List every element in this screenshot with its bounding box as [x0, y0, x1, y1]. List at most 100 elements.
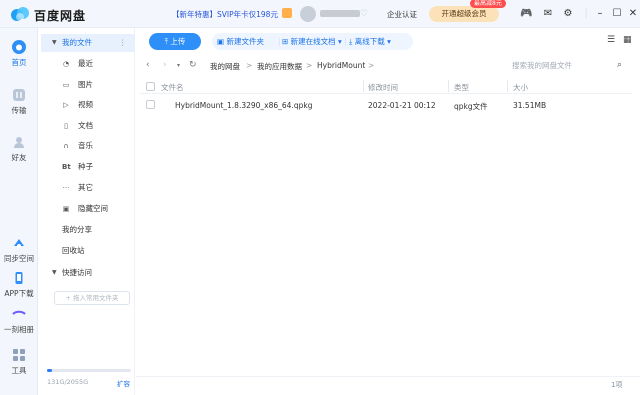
side-item-torrent[interactable]: Bt 种子 [41, 158, 135, 176]
side-item-my-share[interactable]: 我的分享 [41, 221, 135, 239]
clock-icon: ◔ [62, 60, 70, 68]
more-icon[interactable]: ⋮ [119, 34, 127, 52]
side-label: 其它 [78, 183, 93, 192]
forward-arrow-icon[interactable]: › [163, 60, 167, 70]
caret-down-icon: ▼ [52, 269, 57, 276]
side-item-music[interactable]: ∩ 音乐 [41, 137, 135, 155]
avatar[interactable] [300, 6, 316, 22]
side-item-images[interactable]: ▭ 图片 [41, 76, 135, 94]
column-header-name[interactable]: 文件名 [161, 82, 184, 93]
storage-bar [47, 369, 131, 372]
select-all-checkbox[interactable] [146, 82, 155, 91]
gear-icon[interactable]: ⚙ [562, 8, 574, 20]
rail-label: APP下载 [4, 289, 34, 298]
home-cloud-icon [12, 40, 26, 54]
lock-icon: ▣ [62, 205, 70, 213]
side-item-my-files[interactable]: ▼ 我的文件 ⋮ [41, 34, 135, 52]
side-item-docs[interactable]: ▯ 文档 [41, 117, 135, 135]
doc-plus-icon: ⊞ [282, 37, 291, 46]
rail-label: 首页 [11, 58, 27, 67]
expand-storage-link[interactable]: 扩容 [117, 378, 130, 388]
new-folder-label: 新建文件夹 [226, 37, 264, 46]
toolbar-group: ▣ 新建文件夹 | ⊞ 新建在线文档 ▾ | ⤓ 离线下载 ▾ [212, 33, 413, 50]
side-label: 种子 [78, 162, 93, 171]
rail-label: 好友 [11, 153, 27, 162]
breadcrumb-item[interactable]: HybridMount [317, 61, 365, 70]
side-item-recycle-bin[interactable]: 回收站 [41, 242, 135, 260]
rail-item-tools[interactable]: 工具 [0, 348, 38, 376]
rail-item-home[interactable]: 首页 [0, 40, 38, 68]
rail-item-friends[interactable]: 好友 [0, 135, 38, 163]
breadcrumb-item[interactable]: 我的应用数据 [257, 61, 302, 72]
minimize-icon[interactable]: – [594, 8, 606, 20]
side-label: 图片 [78, 80, 93, 89]
column-divider [507, 80, 508, 92]
rail-label: 同步空间 [4, 254, 34, 263]
side-item-recent[interactable]: ◔ 最近 [41, 55, 135, 73]
chevron-down-icon: ▾ [384, 37, 391, 46]
status-bar [136, 376, 640, 395]
divider: | [344, 37, 347, 46]
side-item-other[interactable]: ··· 其它 [41, 179, 135, 197]
column-header-type[interactable]: 类型 [454, 82, 469, 93]
rail-label: 传输 [11, 106, 27, 115]
row-checkbox[interactable] [146, 100, 155, 109]
side-label: 我的文件 [62, 38, 92, 47]
column-divider [363, 80, 364, 92]
file-modified: 2022-01-21 00:12 [368, 101, 436, 110]
file-size: 31.51MB [513, 101, 547, 110]
enterprise-verify-link[interactable]: 企业认证 [387, 9, 417, 20]
rail-item-transfer[interactable]: 传输 [0, 88, 38, 116]
offline-download-button[interactable]: ⤓ 离线下载 ▾ [349, 33, 391, 50]
side-label: 视频 [78, 100, 93, 109]
chevron-down-icon: ▾ [335, 37, 342, 46]
side-label: 隐藏空间 [78, 204, 108, 213]
side-label: 最近 [78, 59, 93, 68]
rail-label: 一刻相册 [4, 325, 34, 334]
rail-item-sync[interactable]: 同步空间 [0, 236, 38, 264]
video-icon: ▷ [63, 101, 69, 109]
vip-discount-badge: 最高减8元 [470, 0, 506, 8]
side-item-quick-access[interactable]: ▼ 快捷访问 [41, 264, 135, 282]
rail-label: 工具 [11, 366, 27, 375]
close-icon[interactable]: ✕ [627, 8, 639, 20]
upload-label: 上传 [170, 37, 186, 46]
file-name[interactable]: HybridMount_1.8.3290_x86_64.qpkg [175, 101, 312, 110]
transfer-icon [13, 89, 25, 101]
breadcrumb-separator: > [368, 61, 375, 70]
baidu-netdisk-logo [11, 7, 29, 21]
gift-icon[interactable] [282, 8, 292, 18]
sort-list-icon[interactable]: ☰ [607, 35, 615, 45]
column-header-modified[interactable]: 修改时间 [368, 82, 398, 93]
rail-item-album[interactable]: 一刻相册 [0, 307, 38, 335]
grid-view-icon[interactable]: ▦ [623, 35, 632, 45]
side-item-video[interactable]: ▷ 视频 [41, 96, 135, 114]
mail-icon[interactable]: ✉ [542, 8, 554, 20]
add-folder-dropzone[interactable]: + 拖入常用文件夹 [54, 291, 130, 305]
rail-item-app-download[interactable]: APP下载 [0, 271, 38, 299]
promo-link[interactable]: 【新年特惠】SVIP年卡仅198元 [172, 9, 278, 20]
new-online-doc-button[interactable]: ⊞ 新建在线文档 ▾ [282, 33, 342, 50]
column-divider [448, 80, 449, 92]
caret-down-icon: ▼ [52, 39, 57, 46]
maximize-icon[interactable]: ☐ [611, 8, 623, 20]
side-label: 音乐 [78, 141, 93, 150]
search-input[interactable]: 搜索我的网盘文件 [512, 58, 630, 74]
username-blurred[interactable] [320, 10, 360, 17]
new-folder-button[interactable]: ▣ 新建文件夹 [217, 33, 264, 50]
side-item-hidden-space[interactable]: ▣ 隐藏空间 [41, 200, 135, 218]
breadcrumb-item[interactable]: 我的网盘 [210, 61, 240, 72]
column-header-size[interactable]: 大小 [513, 82, 528, 93]
search-icon[interactable]: ⌕ [617, 60, 622, 70]
game-icon[interactable]: 🎮 [520, 8, 532, 20]
left-rail: 首页 传输 好友 同步空间 APP下载 一刻相册 工具 [0, 28, 38, 395]
upload-button[interactable]: ⤒ 上传 [149, 33, 201, 50]
phone-icon [15, 272, 23, 284]
back-arrow-icon[interactable]: ‹ [146, 60, 150, 70]
offline-label: 离线下载 [354, 37, 385, 46]
open-vip-button[interactable]: 开通超级会员 [429, 6, 499, 22]
music-icon: ∩ [63, 142, 69, 150]
history-dropdown-icon[interactable]: ▾ [177, 62, 180, 69]
torrent-icon: Bt [62, 163, 71, 171]
refresh-icon[interactable]: ↻ [189, 60, 197, 70]
